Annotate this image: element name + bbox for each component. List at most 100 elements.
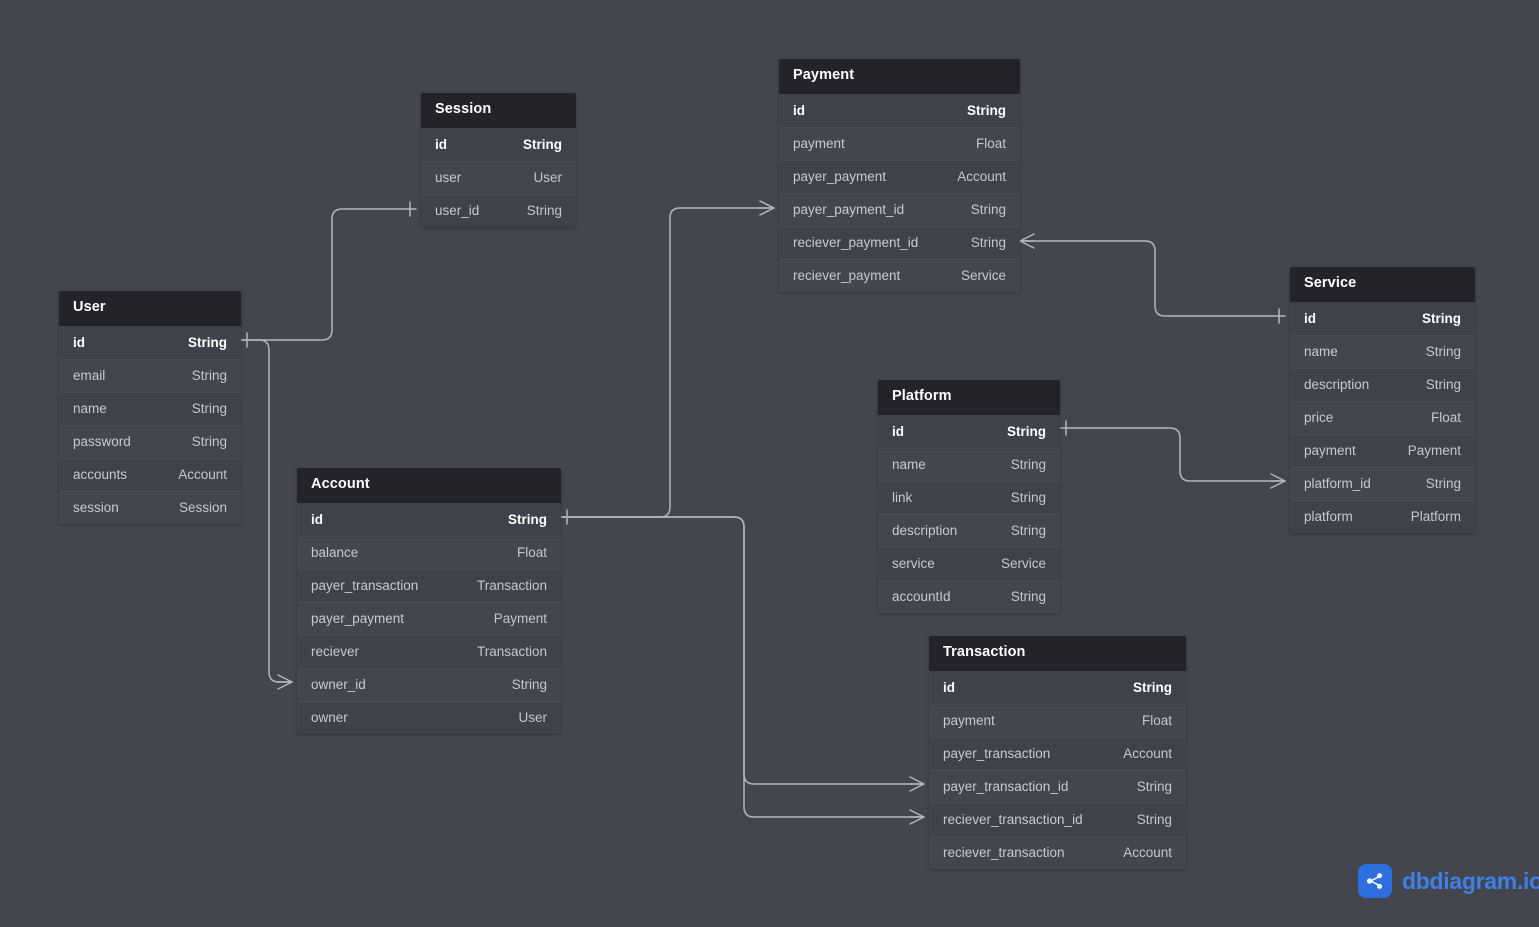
- field-type: String: [1010, 523, 1046, 539]
- field-row[interactable]: description String: [878, 513, 1060, 547]
- field-name: user_id: [435, 203, 480, 219]
- table-title: User: [59, 291, 241, 326]
- field-row[interactable]: link String: [878, 480, 1060, 514]
- field-row[interactable]: accountId String: [878, 579, 1060, 613]
- field-row[interactable]: balance Float: [297, 535, 561, 569]
- field-row[interactable]: user User: [421, 160, 576, 194]
- field-row[interactable]: owner User: [297, 700, 561, 734]
- table-card-platform[interactable]: Platform id String name String link String desc…: [878, 380, 1060, 613]
- table-card-payment[interactable]: Payment id String payment Float payer_payment…: [779, 59, 1020, 292]
- field-type: String: [1425, 377, 1461, 393]
- field-row[interactable]: accounts Account: [59, 457, 241, 491]
- edge-account-payment: [560, 207, 775, 518]
- field-row[interactable]: payer_transaction_id String: [929, 769, 1186, 803]
- field-row[interactable]: email String: [59, 358, 241, 392]
- field-row[interactable]: price Float: [1290, 400, 1475, 434]
- field-row[interactable]: reciever Transaction: [297, 634, 561, 668]
- field-row[interactable]: id String: [1290, 302, 1475, 335]
- edge-account-transaction-payer: [560, 516, 925, 785]
- field-name: reciever_transaction_id: [943, 812, 1083, 828]
- marker-many-service-platformid: [1270, 473, 1286, 489]
- field-name: description: [1304, 377, 1370, 393]
- field-name: id: [793, 102, 805, 118]
- field-name: name: [892, 457, 926, 473]
- marker-many-payment-payerid: [759, 200, 775, 216]
- table-fields: id String name String link String description S…: [878, 414, 1060, 613]
- field-row[interactable]: payer_payment_id String: [779, 192, 1020, 226]
- field-type: String: [1422, 310, 1461, 326]
- field-row[interactable]: password String: [59, 424, 241, 458]
- field-row[interactable]: name String: [59, 391, 241, 425]
- field-name: payment: [943, 713, 995, 729]
- field-name: link: [892, 490, 913, 506]
- diagram-canvas[interactable]: User id String email String name String passwor…: [0, 0, 1539, 927]
- field-row[interactable]: payer_payment Account: [779, 159, 1020, 193]
- field-type: String: [970, 202, 1006, 218]
- field-name: platform_id: [1304, 476, 1371, 492]
- field-row[interactable]: payment Float: [779, 126, 1020, 160]
- field-type: String: [191, 434, 227, 450]
- field-row[interactable]: service Service: [878, 546, 1060, 580]
- field-row[interactable]: id String: [878, 415, 1060, 448]
- field-row[interactable]: user_id String: [421, 193, 576, 227]
- field-row[interactable]: reciever_payment_id String: [779, 225, 1020, 259]
- field-name: email: [73, 368, 106, 384]
- field-name: service: [892, 556, 935, 572]
- field-type: String: [508, 511, 547, 527]
- table-card-account[interactable]: Account id String balance Float payer_transac…: [297, 468, 561, 734]
- table-fields: id String balance Float payer_transaction Tra…: [297, 502, 561, 734]
- table-card-session[interactable]: Session id String user User user_id String: [421, 93, 576, 227]
- dbdiagram-watermark[interactable]: dbdiagram.io: [1358, 864, 1539, 898]
- field-row[interactable]: platform Platform: [1290, 499, 1475, 533]
- field-type: Account: [1123, 845, 1172, 861]
- table-title: Platform: [878, 380, 1060, 415]
- field-row[interactable]: id String: [297, 503, 561, 536]
- field-row[interactable]: reciever_transaction_id String: [929, 802, 1186, 836]
- field-row[interactable]: owner_id String: [297, 667, 561, 701]
- field-type: Payment: [493, 611, 547, 627]
- field-name: id: [311, 511, 323, 527]
- table-title: Service: [1290, 267, 1475, 302]
- field-name: payer_payment_id: [793, 202, 905, 218]
- marker-many-transaction-payerid: [909, 776, 925, 792]
- marker-many-transaction-recieverid: [909, 809, 925, 825]
- field-row[interactable]: payment Payment: [1290, 433, 1475, 467]
- field-row[interactable]: platform_id String: [1290, 466, 1475, 500]
- field-type: String: [1010, 589, 1046, 605]
- field-row[interactable]: session Session: [59, 490, 241, 524]
- field-name: payer_payment: [311, 611, 405, 627]
- table-card-user[interactable]: User id String email String name String passwor…: [59, 291, 241, 524]
- field-type: String: [526, 203, 562, 219]
- edge-payment-service: [1019, 240, 1286, 317]
- field-type: String: [511, 677, 547, 693]
- field-row[interactable]: payer_transaction Account: [929, 736, 1186, 770]
- marker-many-payment-recieverid: [1019, 233, 1035, 249]
- marker-many-account-ownerid: [277, 674, 293, 690]
- field-type: String: [1010, 490, 1046, 506]
- field-row[interactable]: payer_transaction Transaction: [297, 568, 561, 602]
- field-row[interactable]: id String: [779, 94, 1020, 127]
- field-name: reciever_payment: [793, 268, 901, 284]
- field-name: payer_payment: [793, 169, 887, 185]
- field-row[interactable]: name String: [878, 447, 1060, 481]
- edge-platform-service: [1059, 427, 1286, 482]
- field-row[interactable]: name String: [1290, 334, 1475, 368]
- field-type: Platform: [1410, 509, 1461, 525]
- field-row[interactable]: id String: [421, 128, 576, 161]
- field-row[interactable]: payment Float: [929, 703, 1186, 737]
- field-row[interactable]: payer_payment Payment: [297, 601, 561, 635]
- field-type: String: [1007, 423, 1046, 439]
- table-fields: id String payment Float payer_payment Account…: [779, 93, 1020, 292]
- field-name: user: [435, 170, 462, 186]
- table-card-service[interactable]: Service id String name String description Stri…: [1290, 267, 1475, 533]
- field-row[interactable]: id String: [929, 671, 1186, 704]
- field-row[interactable]: reciever_payment Service: [779, 258, 1020, 292]
- field-row[interactable]: id String: [59, 326, 241, 359]
- field-row[interactable]: reciever_transaction Account: [929, 835, 1186, 869]
- table-fields: id String name String description String price…: [1290, 301, 1475, 533]
- field-name: name: [1304, 344, 1338, 360]
- table-card-transaction[interactable]: Transaction id String payment Float payer_tra…: [929, 636, 1186, 869]
- field-type: Session: [178, 500, 227, 516]
- field-type: String: [191, 401, 227, 417]
- field-row[interactable]: description String: [1290, 367, 1475, 401]
